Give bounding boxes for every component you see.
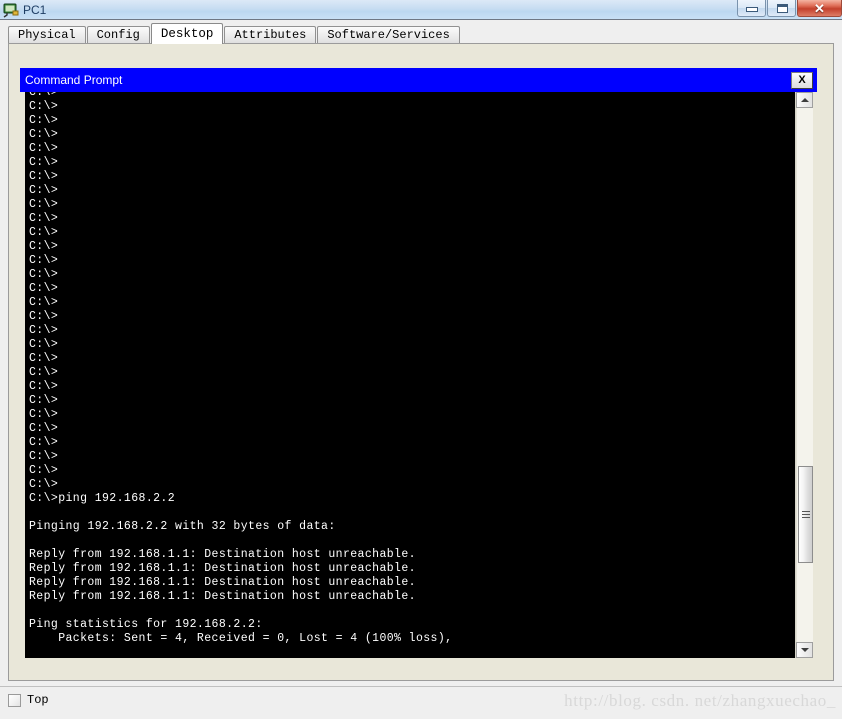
watermark-text: http://blog. csdn. net/zhangxuechao_	[564, 691, 836, 710]
terminal-line: C:\>	[29, 114, 59, 127]
command-prompt-body: C:\> C:\> C:\> C:\> C:\> C:\> C:\> C:\> C:\> C:\>…	[20, 92, 817, 658]
tab-attributes[interactable]: Attributes	[224, 26, 317, 44]
terminal-line: C:\>	[29, 92, 59, 99]
terminal-line: C:\>	[29, 436, 59, 449]
terminal-line: C:\>ping 192.168.2.2	[29, 492, 176, 505]
command-prompt-titlebar: Command Prompt X	[20, 68, 817, 92]
maximize-icon	[777, 3, 788, 13]
maximize-button[interactable]	[767, 0, 796, 17]
terminal-line: Packets: Sent = 4, Received = 0, Lost = …	[29, 632, 453, 645]
terminal-line: C:\>	[29, 352, 59, 365]
minimize-icon	[746, 6, 758, 12]
terminal-line: Ping statistics for 192.168.2.2:	[29, 618, 263, 631]
close-icon: ✕	[814, 0, 825, 16]
desktop-panel: Command Prompt X C:\> C:\> C:\> C:\> C:\> C:\…	[8, 43, 834, 681]
scrollbar-track[interactable]	[796, 108, 813, 642]
tab-desktop[interactable]: Desktop	[150, 23, 224, 44]
terminal-output-area[interactable]: C:\> C:\> C:\> C:\> C:\> C:\> C:\> C:\> C:\> C:\>…	[25, 92, 795, 658]
close-window-button[interactable]: ✕	[797, 0, 842, 17]
terminal-line: C:\>	[29, 240, 59, 253]
terminal-line: C:\>	[29, 100, 59, 113]
terminal-line: Reply from 192.168.1.1: Destination host…	[29, 562, 416, 575]
terminal-line: C:\>	[29, 282, 59, 295]
terminal-line: C:\>	[29, 212, 59, 225]
terminal-line: C:\>	[29, 366, 59, 379]
tab-physical[interactable]: Physical	[8, 26, 86, 44]
device-tab-bar: Physical Config Desktop Attributes Softw…	[0, 22, 842, 44]
bottom-status-bar: Top http://blog. csdn. net/zhangxuechao_	[0, 686, 842, 719]
terminal-line-list: C:\> C:\> C:\> C:\> C:\> C:\> C:\> C:\> C:\> C:\>…	[29, 92, 795, 658]
minimize-button[interactable]	[737, 0, 766, 17]
scrollbar-thumb[interactable]	[798, 466, 813, 563]
scroll-up-icon	[800, 98, 809, 102]
tab-software-services[interactable]: Software/Services	[317, 26, 460, 44]
terminal-line: Reply from 192.168.1.1: Destination host…	[29, 590, 416, 603]
terminal-line: C:\>	[29, 450, 59, 463]
top-checkbox[interactable]	[8, 693, 21, 707]
scroll-down-button[interactable]	[796, 642, 813, 658]
terminal-line: C:\>	[29, 324, 59, 337]
terminal-line: C:\>	[29, 128, 59, 141]
scroll-up-button[interactable]	[796, 92, 813, 108]
os-window-title: PC1	[23, 2, 47, 17]
terminal-line: C:\>	[29, 296, 59, 309]
os-window-titlebar: PC1 ✕	[0, 0, 842, 20]
terminal-scrollbar[interactable]	[795, 92, 813, 658]
terminal-line: C:\>	[29, 254, 59, 267]
terminal-line: C:\>	[29, 408, 59, 421]
terminal-line: C:\>	[29, 156, 59, 169]
command-prompt-close-button[interactable]: X	[791, 71, 813, 89]
tab-config[interactable]: Config	[86, 26, 150, 44]
top-checkbox-row[interactable]: Top	[8, 693, 49, 707]
os-title-left-group: PC1	[0, 2, 736, 18]
terminal-line: C:\>	[29, 464, 59, 477]
scrollbar-grip-icon	[801, 511, 810, 518]
terminal-line: C:\>	[29, 198, 59, 211]
terminal-line: C:\>	[29, 422, 59, 435]
scroll-down-icon	[800, 648, 809, 652]
terminal-line: C:\>	[29, 184, 59, 197]
terminal-line: Reply from 192.168.1.1: Destination host…	[29, 548, 416, 561]
terminal-line: Pinging 192.168.2.2 with 32 bytes of dat…	[29, 520, 336, 533]
terminal-line: Reply from 192.168.1.1: Destination host…	[29, 576, 416, 589]
top-checkbox-label: Top	[27, 693, 49, 707]
terminal-line: C:\>	[29, 338, 59, 351]
command-prompt-title: Command Prompt	[25, 73, 123, 87]
terminal-line: C:\>	[29, 226, 59, 239]
terminal-line: C:\>	[29, 478, 59, 491]
terminal-line: C:\>	[29, 310, 59, 323]
terminal-line: C:\>	[29, 170, 59, 183]
command-prompt-window: Command Prompt X C:\> C:\> C:\> C:\> C:\> C:\…	[20, 68, 817, 658]
pc-device-icon	[3, 2, 19, 18]
terminal-line: C:\>	[29, 380, 59, 393]
terminal-line: C:\>	[29, 142, 59, 155]
terminal-line: C:\>	[29, 394, 59, 407]
os-window-controls: ✕	[736, 0, 842, 20]
terminal-line: C:\>	[29, 268, 59, 281]
